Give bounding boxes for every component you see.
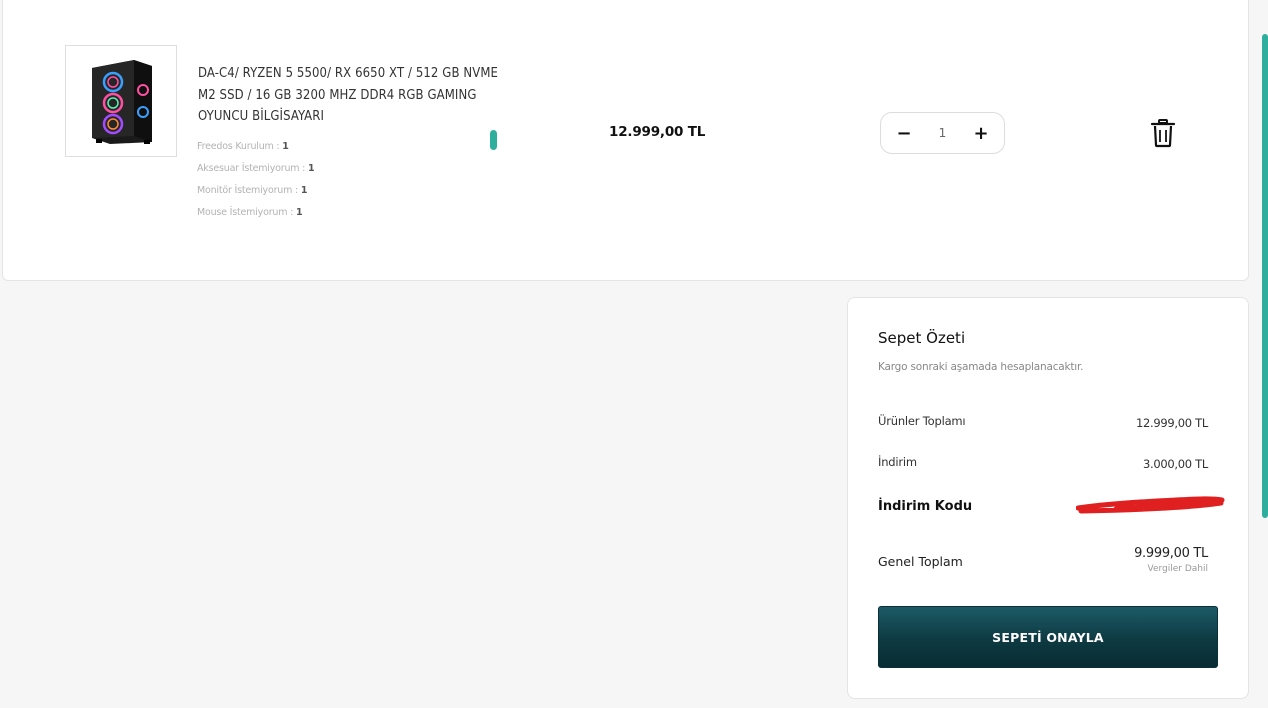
discount-code-label: İndirim Kodu	[878, 499, 973, 514]
option-mouse: Mouse İstemiyorum : 1	[197, 207, 303, 218]
page-scrollbar-thumb[interactable]	[1262, 34, 1268, 518]
discount-value: 3.000,00 TL	[1143, 457, 1208, 471]
product-options: Freedos Kurulum : 1 Aksesuar İstemiyorum…	[197, 139, 315, 227]
option-freedos: Freedos Kurulum : 1	[197, 141, 289, 152]
products-total-row: Ürünler Toplamı 12.999,00 TL	[878, 414, 1208, 430]
products-total-label: Ürünler Toplamı	[878, 414, 966, 428]
discount-row: İndirim 3.000,00 TL	[878, 455, 1208, 471]
trash-icon	[1150, 119, 1176, 148]
tax-included-note: Vergiler Dahil	[1147, 564, 1209, 574]
grand-total-label: Genel Toplam	[878, 554, 963, 569]
pc-case-icon	[92, 60, 152, 144]
shipping-note: Kargo sonraki aşamada hesaplanacaktır.	[878, 361, 1084, 373]
discount-label: İndirim	[878, 455, 917, 469]
unit-price: 12.999,00 TL	[609, 124, 706, 140]
grand-total-value: 9.999,00 TL	[1134, 546, 1208, 561]
grand-total-row: Genel Toplam 9.999,00 TL Vergiler Dahil	[878, 546, 1208, 574]
cart-item-card: DA-C4/ RYZEN 5 5500/ RX 6650 XT / 512 GB…	[2, 0, 1249, 281]
quantity-value[interactable]: 1	[939, 126, 947, 140]
product-title[interactable]: DA-C4/ RYZEN 5 5500/ RX 6650 XT / 512 GB…	[198, 63, 498, 128]
increment-button[interactable]: +	[970, 122, 992, 144]
cart-summary-panel: Sepet Özeti Kargo sonraki aşamada hesapl…	[847, 297, 1249, 699]
quantity-stepper: − 1 +	[880, 112, 1005, 154]
confirm-cart-button[interactable]: SEPETİ ONAYLA	[878, 606, 1218, 668]
delete-item-button[interactable]	[1150, 118, 1176, 148]
option-accessory: Aksesuar İstemiyorum : 1	[197, 163, 315, 174]
redaction-scribble-icon	[1076, 496, 1225, 514]
title-scroll-indicator[interactable]	[490, 130, 497, 150]
summary-title: Sepet Özeti	[878, 329, 966, 347]
product-image[interactable]	[65, 45, 177, 157]
option-monitor: Monitör İstemiyorum : 1	[197, 185, 308, 196]
products-total-value: 12.999,00 TL	[1135, 416, 1208, 430]
decrement-button[interactable]: −	[893, 122, 915, 144]
